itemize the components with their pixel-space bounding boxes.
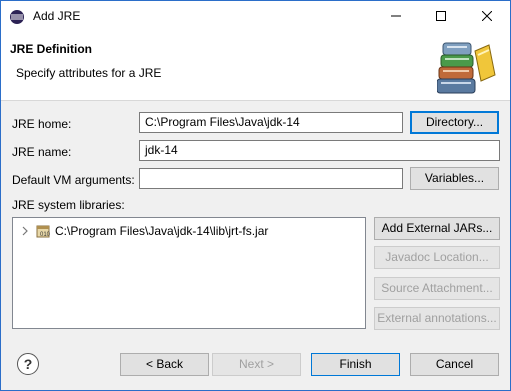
banner-description: Specify attributes for a JRE: [16, 66, 162, 80]
external-annotations-button[interactable]: External annotations...: [374, 307, 500, 330]
close-icon: [481, 11, 492, 21]
library-path: C:\Program Files\Java\jdk-14\lib\jrt-fs.…: [55, 224, 269, 238]
finish-button[interactable]: Finish: [311, 353, 400, 376]
maximize-icon: [435, 11, 446, 21]
help-icon[interactable]: ?: [17, 353, 39, 375]
svg-text:010: 010: [40, 232, 51, 238]
jre-home-label: JRE home:: [12, 117, 72, 131]
chevron-right-icon[interactable]: [19, 225, 31, 237]
directory-button[interactable]: Directory...: [410, 111, 499, 134]
window-title: Add JRE: [33, 9, 81, 23]
source-attachment-button[interactable]: Source Attachment...: [374, 277, 500, 300]
jar-icon: 010: [36, 225, 51, 238]
back-button[interactable]: < Back: [120, 353, 209, 376]
vm-arguments-label: Default VM arguments:: [12, 173, 135, 187]
add-jre-dialog: Add JRE JRE Definition Specify attribute…: [0, 0, 511, 391]
variables-button[interactable]: Variables...: [410, 167, 499, 190]
eclipse-icon: [10, 10, 24, 24]
vm-arguments-field[interactable]: [139, 168, 403, 189]
cancel-button[interactable]: Cancel: [410, 353, 499, 376]
jre-name-label: JRE name:: [12, 145, 72, 159]
header-banner: JRE Definition Specify attributes for a …: [1, 31, 510, 101]
jre-name-field[interactable]: jdk-14: [139, 140, 500, 161]
tree-item[interactable]: 010 C:\Program Files\Java\jdk-14\lib\jrt…: [19, 222, 268, 240]
maximize-button[interactable]: [418, 1, 463, 31]
close-button[interactable]: [464, 1, 509, 31]
banner-title: JRE Definition: [10, 42, 93, 56]
system-libraries-label: JRE system libraries:: [12, 198, 125, 212]
javadoc-location-button[interactable]: Javadoc Location...: [374, 246, 500, 269]
system-libraries-tree[interactable]: 010 C:\Program Files\Java\jdk-14\lib\jrt…: [12, 217, 366, 329]
minimize-button[interactable]: [373, 1, 418, 31]
jre-home-field[interactable]: C:\Program Files\Java\jdk-14: [139, 112, 403, 133]
next-button[interactable]: Next >: [212, 353, 301, 376]
minimize-icon: [390, 15, 401, 17]
books-icon: [437, 42, 496, 94]
title-bar: Add JRE: [1, 1, 510, 31]
add-external-jars-button[interactable]: Add External JARs...: [374, 217, 500, 240]
